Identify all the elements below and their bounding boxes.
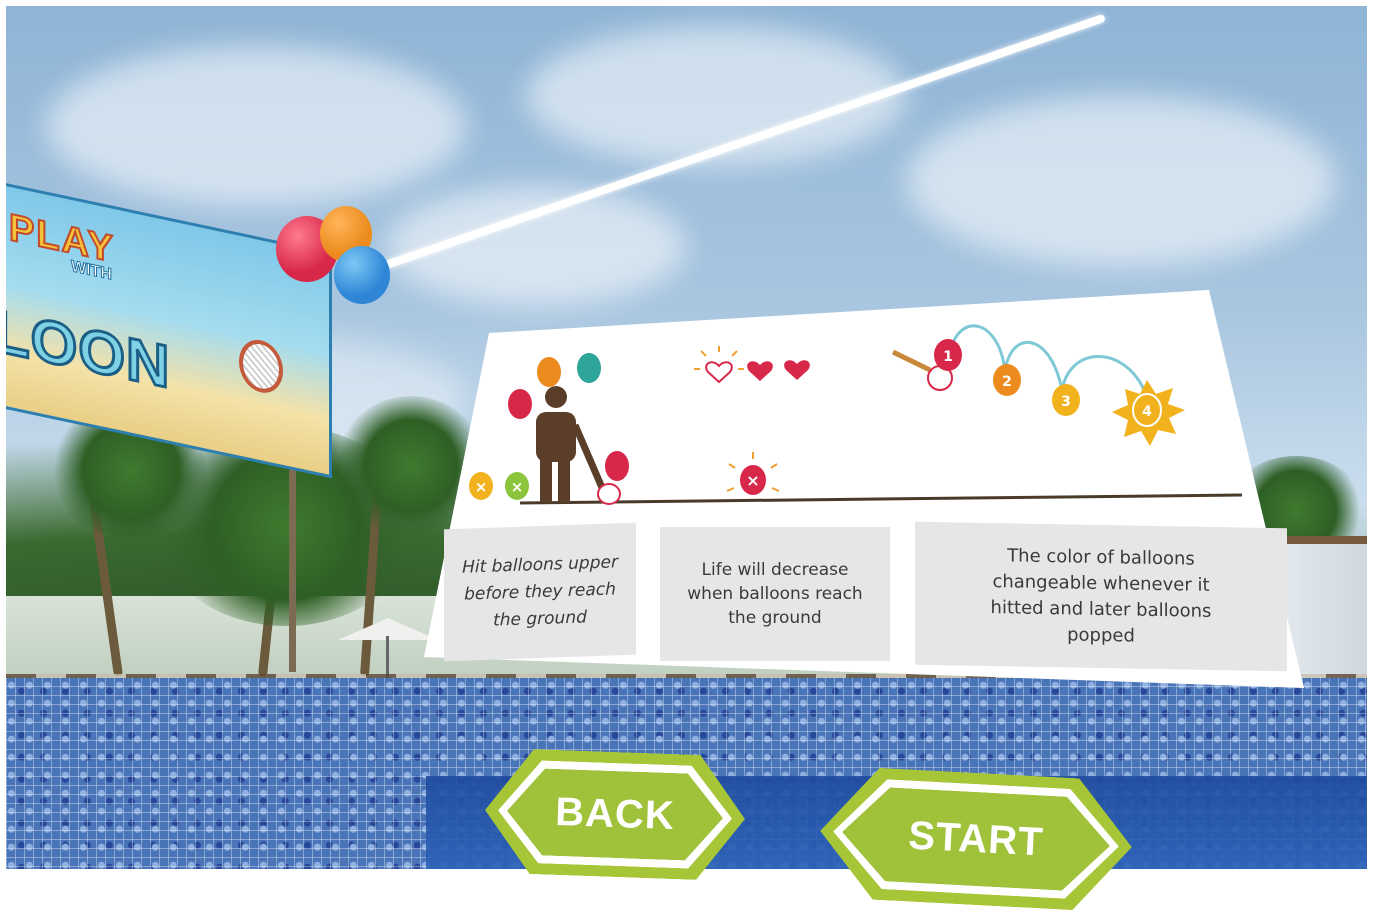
cloud: [526, 26, 906, 166]
back-button-label: BACK: [554, 789, 676, 839]
instruction-text: Hit balloons upper before they reach the…: [462, 551, 618, 631]
start-button-label: START: [907, 812, 1045, 865]
instruction-color-change: The color of balloons changeable wheneve…: [915, 521, 1287, 672]
cloud: [46, 46, 466, 206]
instruction-hit-balloons: Hit balloons upper before they reach the…: [444, 522, 636, 662]
banner-title-loon: LOON: [6, 295, 172, 403]
instruction-text: Life will decrease when balloons reach t…: [687, 560, 863, 628]
racket-icon: [239, 335, 283, 398]
decor-balloon-blue: [334, 246, 390, 304]
cloud: [906, 96, 1336, 266]
instruction-life-decrease: Life will decrease when balloons reach t…: [660, 527, 890, 661]
instruction-text: The color of balloons changeable wheneve…: [990, 544, 1212, 647]
back-button[interactable]: BACK: [483, 748, 747, 882]
start-button[interactable]: START: [817, 765, 1135, 913]
banner-title-play: PLAY: [8, 206, 116, 273]
title-banner: PLAY WITH LOON: [6, 181, 332, 479]
